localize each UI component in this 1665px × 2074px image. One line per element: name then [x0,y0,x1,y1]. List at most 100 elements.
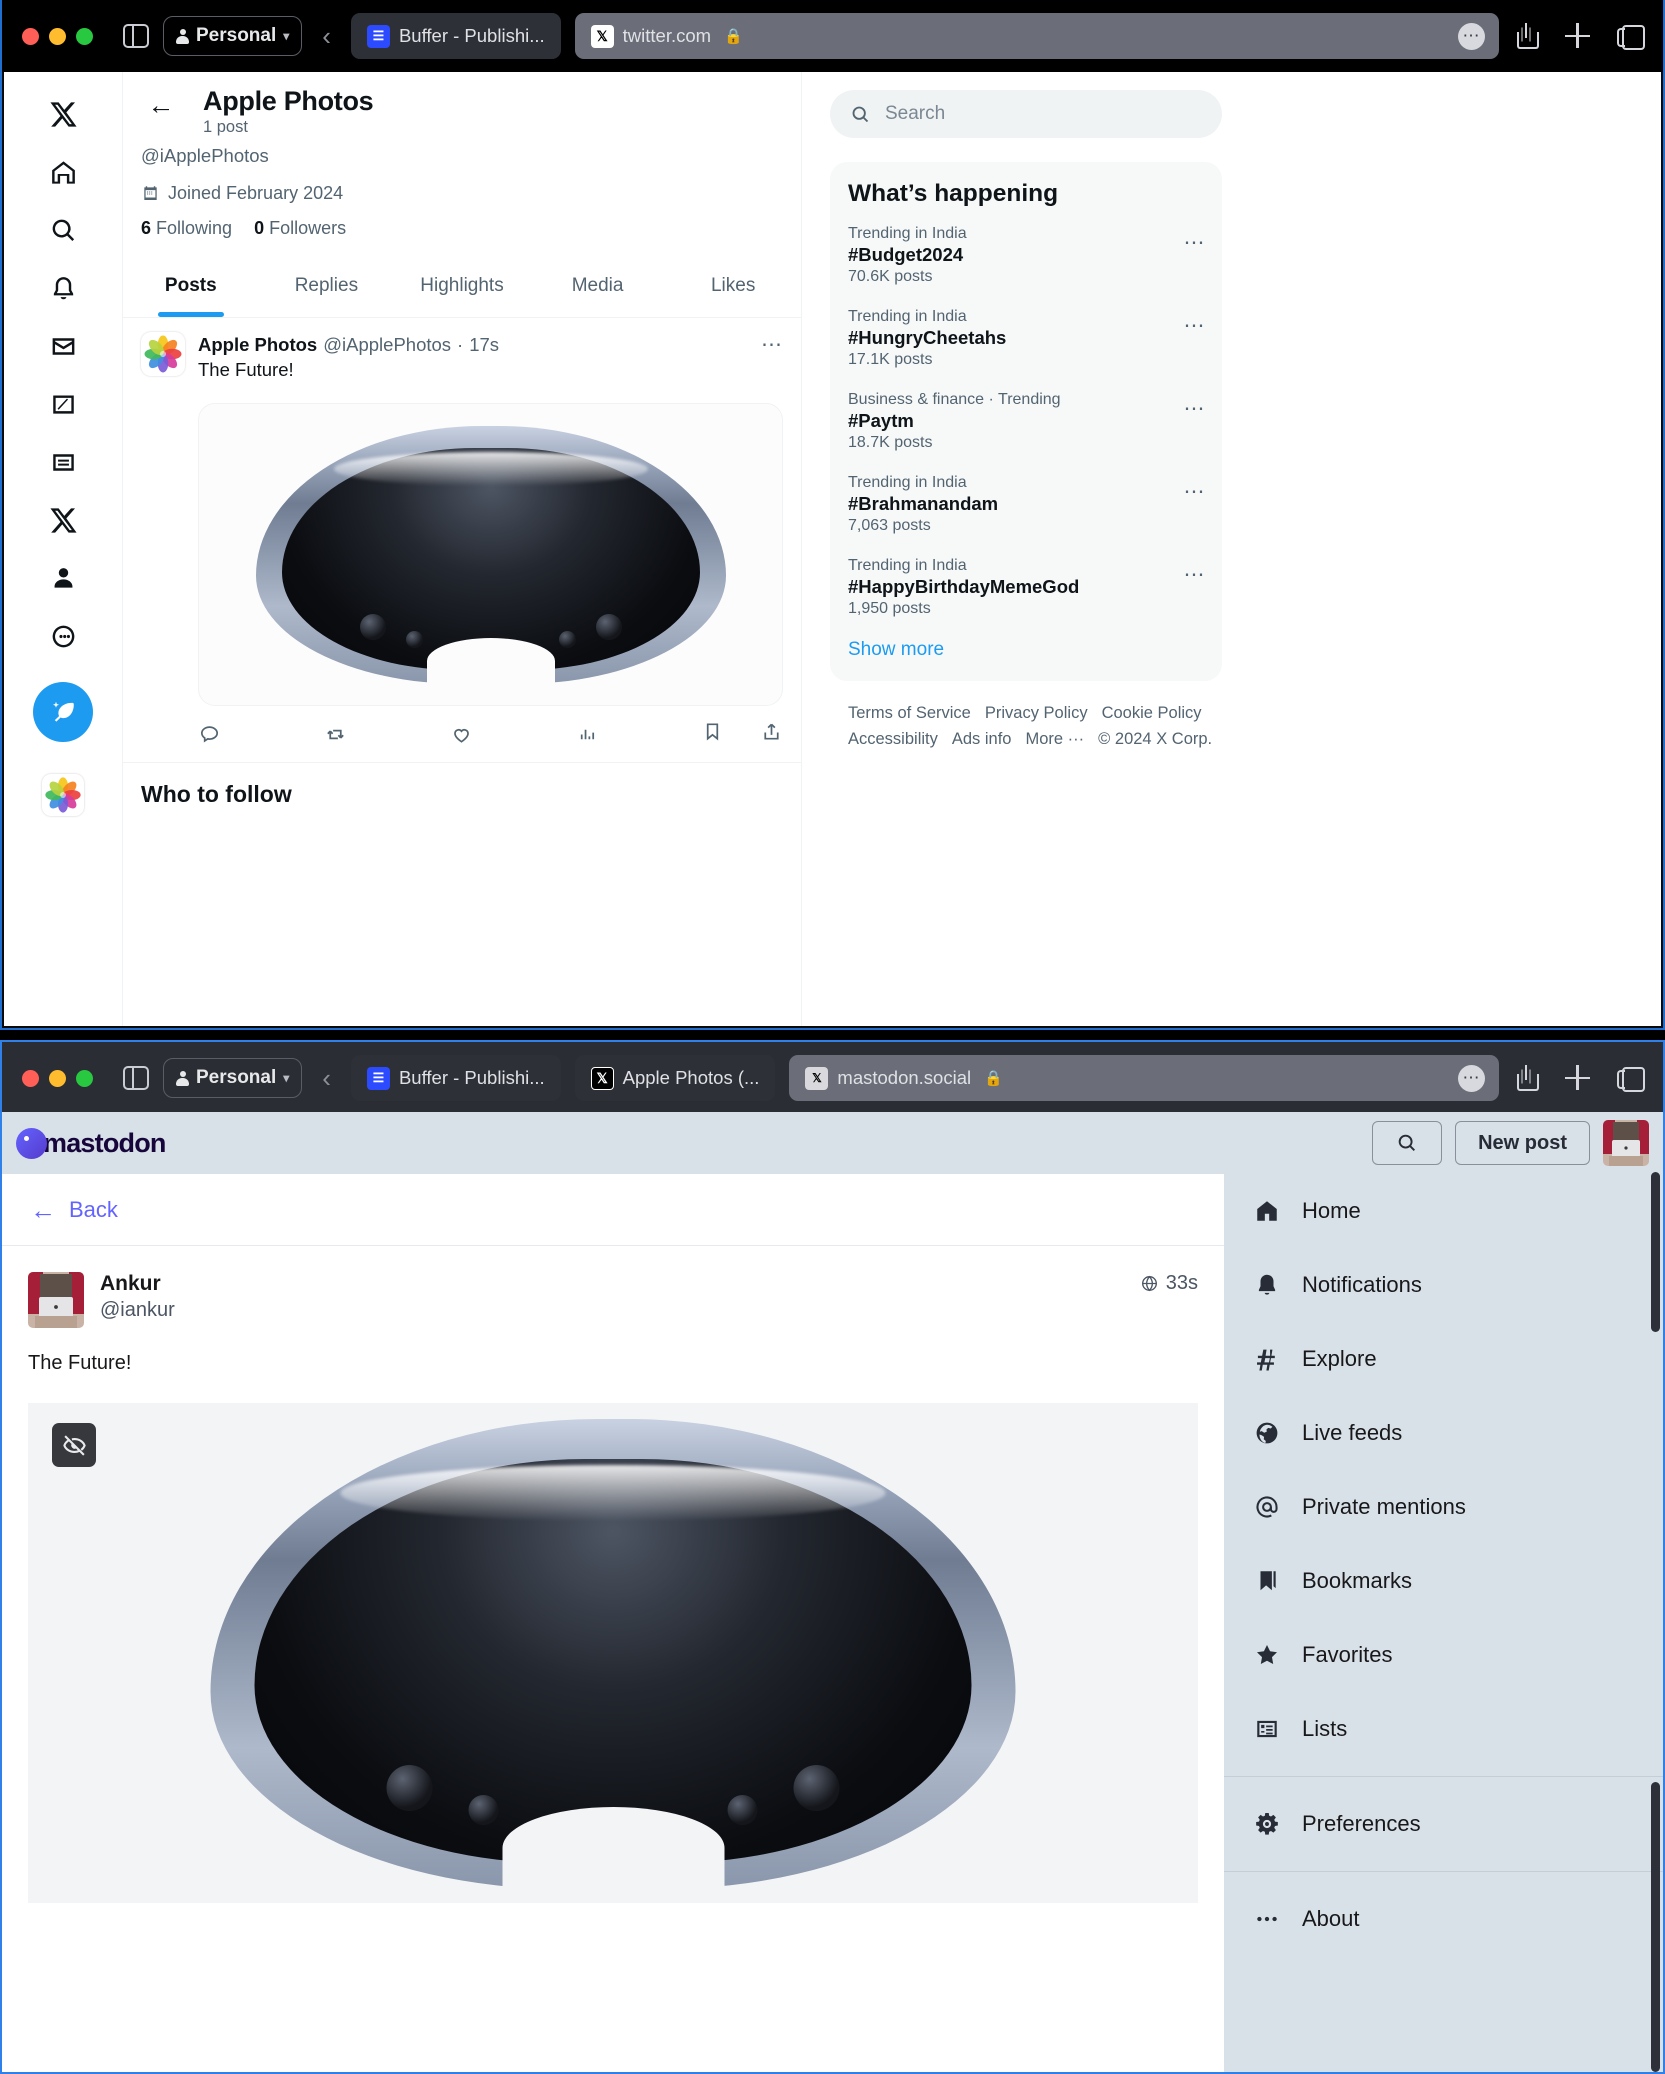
tab-overview-icon[interactable] [1617,1065,1645,1092]
back-arrow-icon[interactable]: ← [141,86,181,119]
following-label: Following [156,218,233,238]
hide-media-button[interactable] [52,1423,96,1467]
home-icon[interactable] [35,144,91,200]
like-icon[interactable] [450,723,576,746]
trend-item[interactable]: Trending in India #HappyBirthdayMemeGod … [830,546,1222,629]
new-tab-icon[interactable] [1565,1065,1591,1091]
page-settings-icon[interactable]: ⋯ [1458,1064,1485,1092]
back-button[interactable]: ← Back [2,1174,1224,1246]
share-icon[interactable] [1513,23,1539,49]
close-window-button[interactable] [22,1069,39,1087]
post-avatar[interactable] [141,332,185,376]
trend-more-icon[interactable]: ⋯ [1184,396,1207,421]
sidebar-item-notifications[interactable]: Notifications [1224,1248,1663,1322]
footer-link-terms[interactable]: Terms of Service [848,704,971,722]
trend-more-icon[interactable]: ⋯ [1184,230,1207,255]
sidebar-item-preferences[interactable]: Preferences [1224,1787,1663,1861]
more-circle-icon[interactable] [35,608,91,664]
footer-link-accessibility[interactable]: Accessibility [848,730,938,748]
profile-person-icon[interactable] [35,550,91,606]
scrollbar-thumb-lower[interactable] [1651,1782,1660,2072]
search-button[interactable] [1372,1121,1443,1165]
tab-posts[interactable]: Posts [123,259,259,317]
minimize-window-button[interactable] [49,27,66,45]
sidebar-item-bookmarks[interactable]: Bookmarks [1224,1544,1663,1618]
trend-item[interactable]: Business & finance · Trending #Paytm 18.… [830,380,1222,463]
messages-envelope-icon[interactable] [35,318,91,374]
trend-more-icon[interactable]: ⋯ [1184,479,1207,504]
back-navigation-button[interactable]: ‹ [316,21,337,52]
browser-tab-apple-photos[interactable]: 𝕏 Apple Photos (... [574,1055,776,1101]
trend-item[interactable]: Trending in India #Budget2024 70.6K post… [830,214,1222,297]
new-post-button[interactable]: New post [1455,1121,1590,1165]
tab-overview-icon[interactable] [1617,23,1645,50]
footer-link-privacy[interactable]: Privacy Policy [985,704,1088,722]
maximize-window-button[interactable] [76,27,93,45]
browser-profile-button[interactable]: Personal ▾ [163,16,303,56]
scrollbar-thumb-upper[interactable] [1651,1172,1660,1332]
sidebar-item-private-mentions[interactable]: Private mentions [1224,1470,1663,1544]
bookmark-icon[interactable] [701,720,724,748]
user-avatar[interactable] [1603,1120,1649,1166]
tab-replies[interactable]: Replies [259,259,395,317]
page-settings-icon[interactable]: ⋯ [1458,22,1485,50]
footer-link-ads[interactable]: Ads info [952,730,1012,748]
grok-icon[interactable] [35,376,91,432]
share-icon[interactable] [760,720,783,748]
browser-tab-title: Buffer - Publishi... [398,25,545,46]
apple-photos-avatar[interactable] [42,774,84,816]
sidebar-item-lists[interactable]: Lists [1224,1692,1663,1766]
maximize-window-button[interactable] [76,1069,93,1087]
views-icon[interactable] [575,723,701,746]
footer-link-more[interactable]: More ··· [1025,730,1084,748]
back-navigation-button[interactable]: ‹ [316,1063,337,1094]
browser-tab-twitter[interactable]: 𝕏 twitter.com 🔒 ⋯ [574,13,1499,59]
post-item[interactable]: Apple Photos @iApplePhotos · 17s ⋯ The F… [123,318,801,762]
sidebar-item-favorites[interactable]: Favorites [1224,1618,1663,1692]
browser-tab-buffer[interactable]: ☰ Buffer - Publishi... [350,13,561,59]
post-avatar[interactable] [28,1272,84,1328]
followers-stat[interactable]: 0 Followers [254,218,346,239]
sidebar-item-home[interactable]: Home [1224,1174,1663,1248]
reply-icon[interactable] [198,723,324,746]
premium-x-icon[interactable] [35,492,91,548]
compose-post-button[interactable] [33,682,93,742]
browser-tab-mastodon[interactable]: 𝕏 mastodon.social 🔒 ⋯ [789,1055,1499,1101]
trend-more-icon[interactable]: ⋯ [1184,313,1207,338]
trend-item[interactable]: Trending in India #Brahmanandam 7,063 po… [830,463,1222,546]
lists-icon[interactable] [35,434,91,490]
footer-link-cookie[interactable]: Cookie Policy [1102,704,1202,722]
search-input[interactable]: Search [830,90,1222,138]
post-media[interactable] [28,1403,1198,1903]
post-meta-separator: · [457,334,464,355]
share-icon[interactable] [1513,1065,1539,1091]
show-more-link[interactable]: Show more [830,629,1222,677]
sidebar-toggle-icon[interactable] [123,1066,149,1090]
tab-media[interactable]: Media [530,259,666,317]
window-traffic-lights[interactable] [22,1069,93,1087]
following-stat[interactable]: 6 Following [141,218,232,239]
sidebar-item-explore[interactable]: Explore [1224,1322,1663,1396]
notifications-bell-icon[interactable] [35,260,91,316]
sidebar-item-live-feeds[interactable]: Live feeds [1224,1396,1663,1470]
minimize-window-button[interactable] [49,1069,66,1087]
trend-more-icon[interactable]: ⋯ [1184,562,1207,587]
window-traffic-lights[interactable] [22,27,93,45]
tab-likes[interactable]: Likes [665,259,801,317]
post-body: Apple Photos @iApplePhotos · 17s ⋯ The F… [198,332,783,762]
browser-tab-buffer[interactable]: ☰ Buffer - Publishi... [350,1055,561,1101]
sidebar-item-about[interactable]: About [1224,1882,1663,1956]
post-image[interactable] [198,403,783,706]
repost-icon[interactable] [324,723,450,746]
post-more-icon[interactable]: ⋯ [761,332,783,357]
mastodon-logo[interactable]: mastodon [16,1127,166,1159]
new-tab-icon[interactable] [1565,23,1591,49]
x-logo-icon[interactable] [35,86,91,142]
sidebar-toggle-icon[interactable] [123,24,149,48]
trend-item[interactable]: Trending in India #HungryCheetahs 17.1K … [830,297,1222,380]
tab-highlights[interactable]: Highlights [394,259,530,317]
close-window-button[interactable] [22,27,39,45]
trend-tag: #HappyBirthdayMemeGod [848,576,1080,597]
browser-profile-button[interactable]: Personal ▾ [163,1058,303,1098]
search-icon[interactable] [35,202,91,258]
